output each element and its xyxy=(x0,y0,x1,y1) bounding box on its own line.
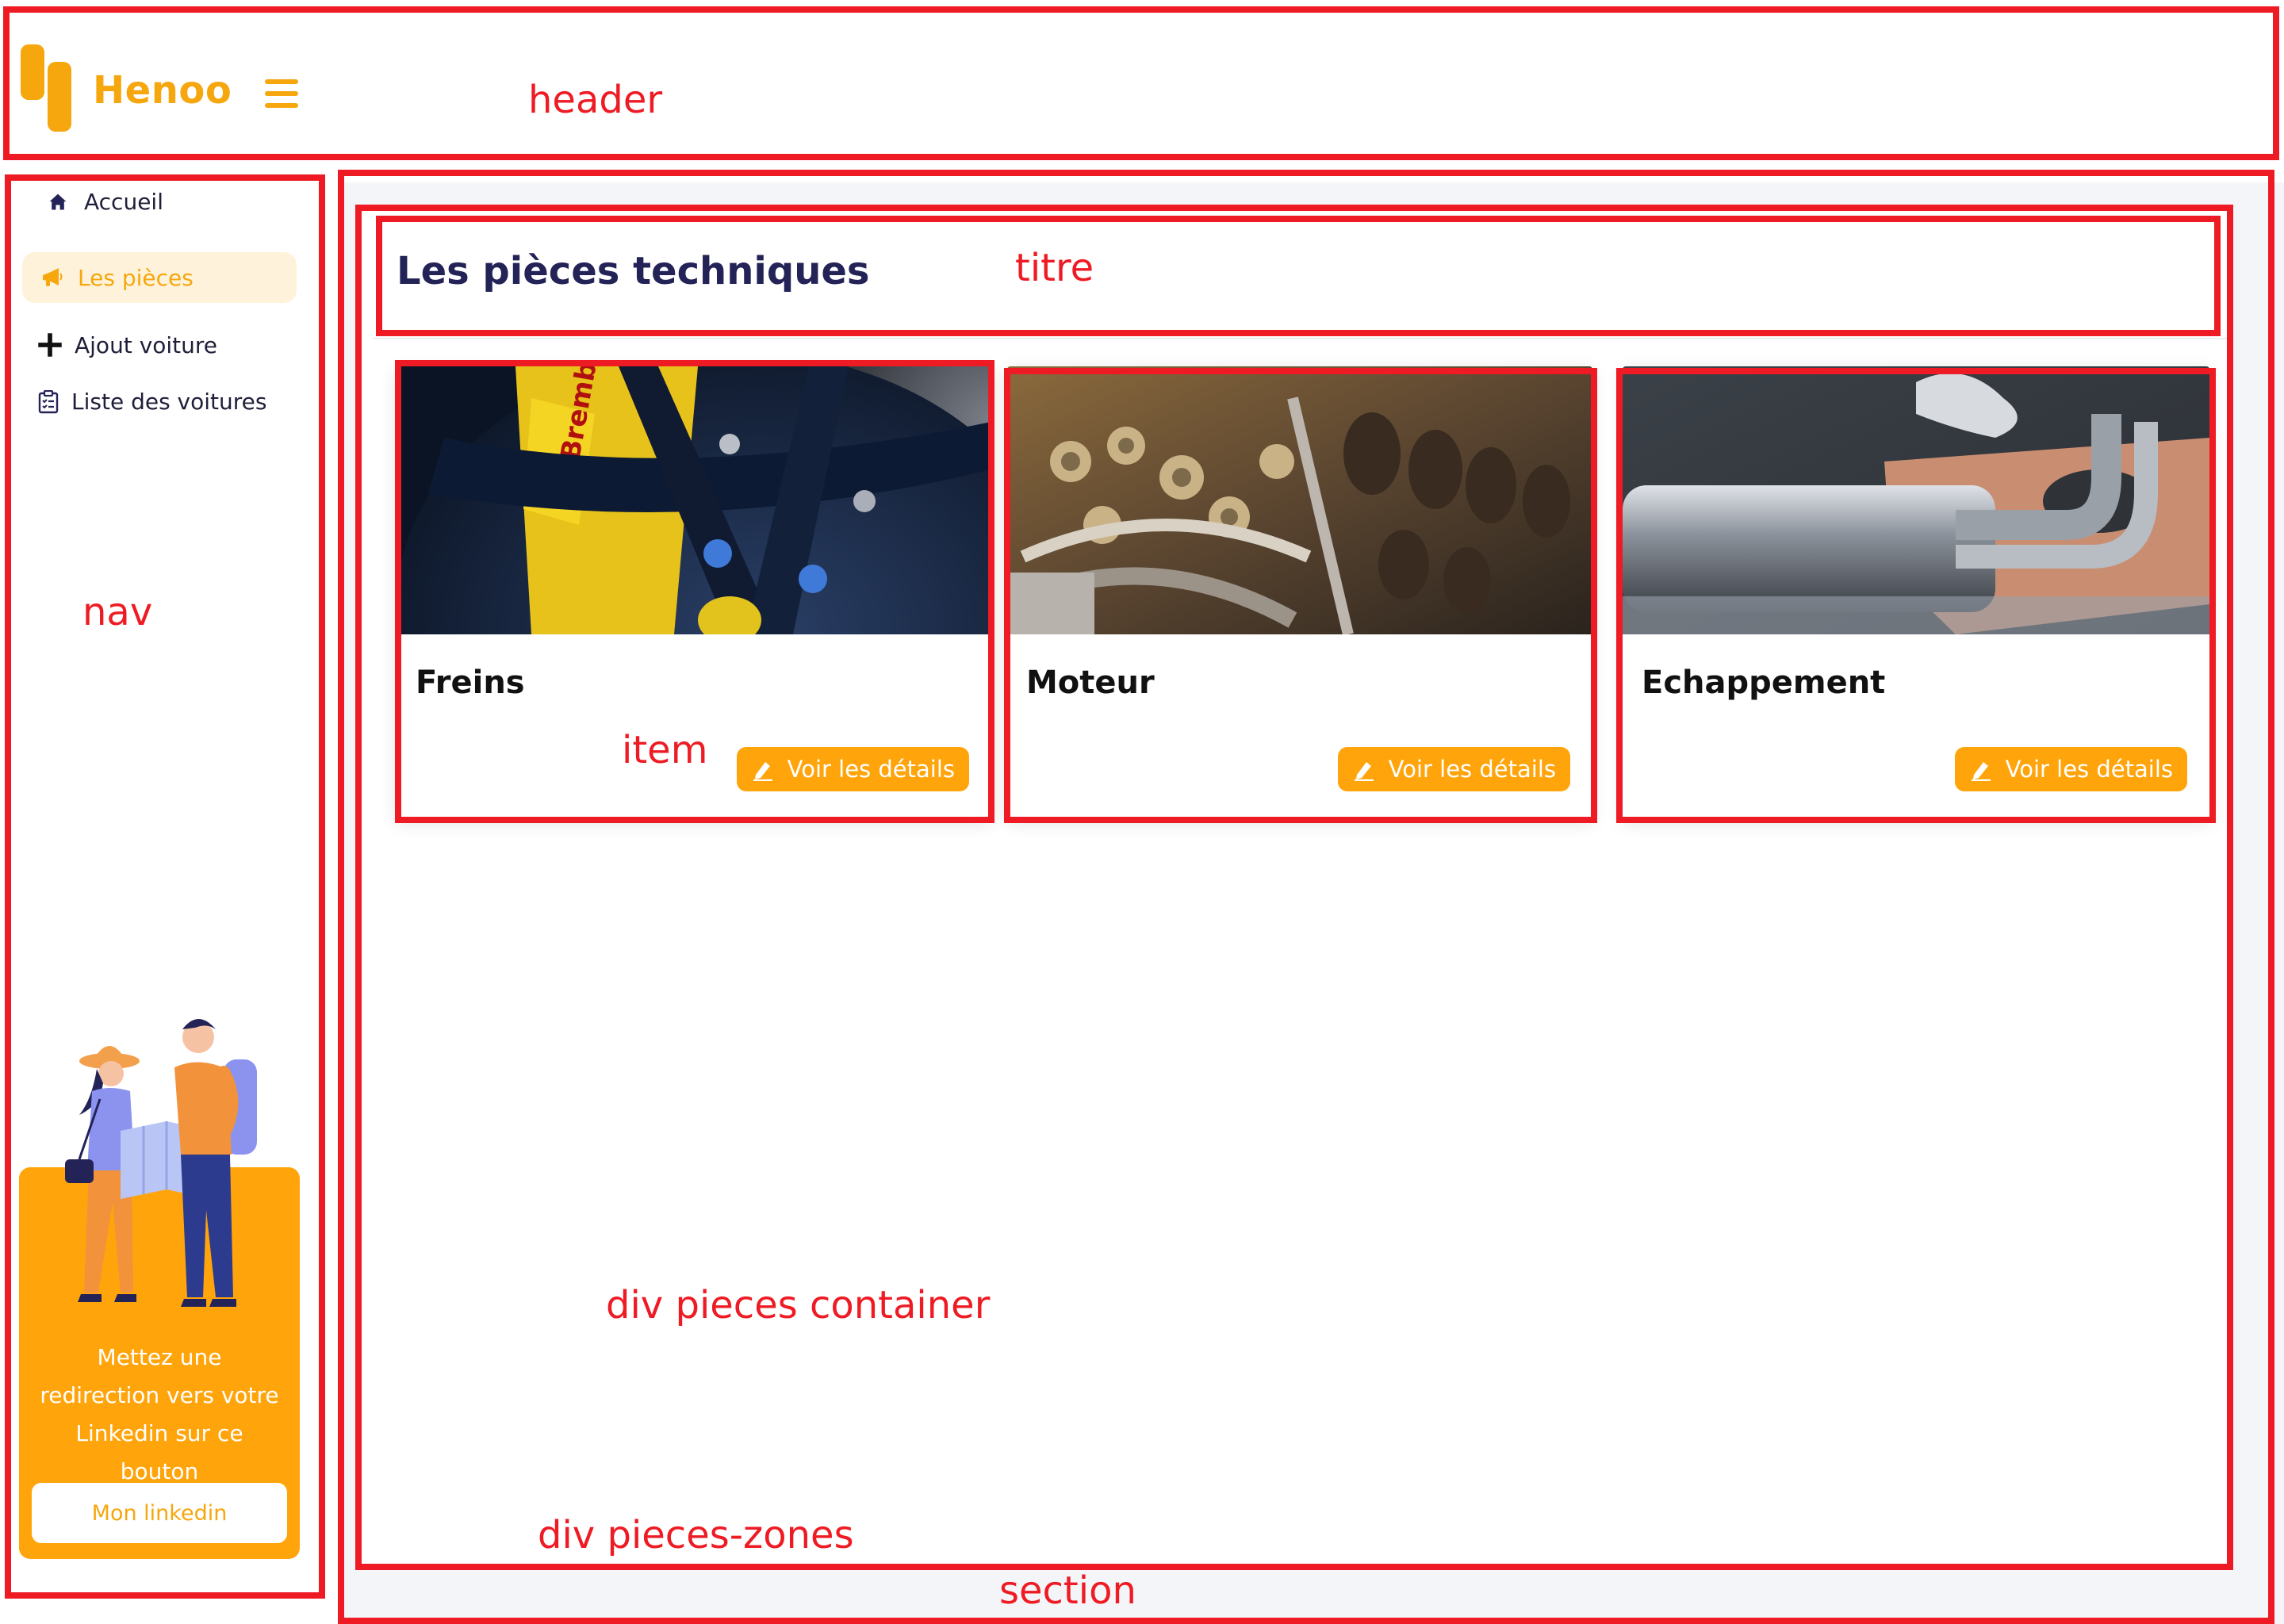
annotation-label-pieces-container: div pieces container xyxy=(606,1283,991,1327)
annotation-label-nav: nav xyxy=(82,590,153,634)
annotation-label-pieces-zones: div pieces-zones xyxy=(538,1513,854,1557)
annotation-label-titre: titre xyxy=(1015,246,1094,290)
annotation-box-titre xyxy=(376,216,2221,336)
annotation-label-item: item xyxy=(622,728,708,772)
annotation-label-section: section xyxy=(999,1568,1136,1613)
annotation-box-nav xyxy=(5,174,325,1599)
annotation-box-header xyxy=(3,6,2279,160)
annotation-box-item-3 xyxy=(1616,368,2216,823)
annotation-label-header: header xyxy=(528,78,663,122)
annotation-box-item-2 xyxy=(1004,368,1597,823)
